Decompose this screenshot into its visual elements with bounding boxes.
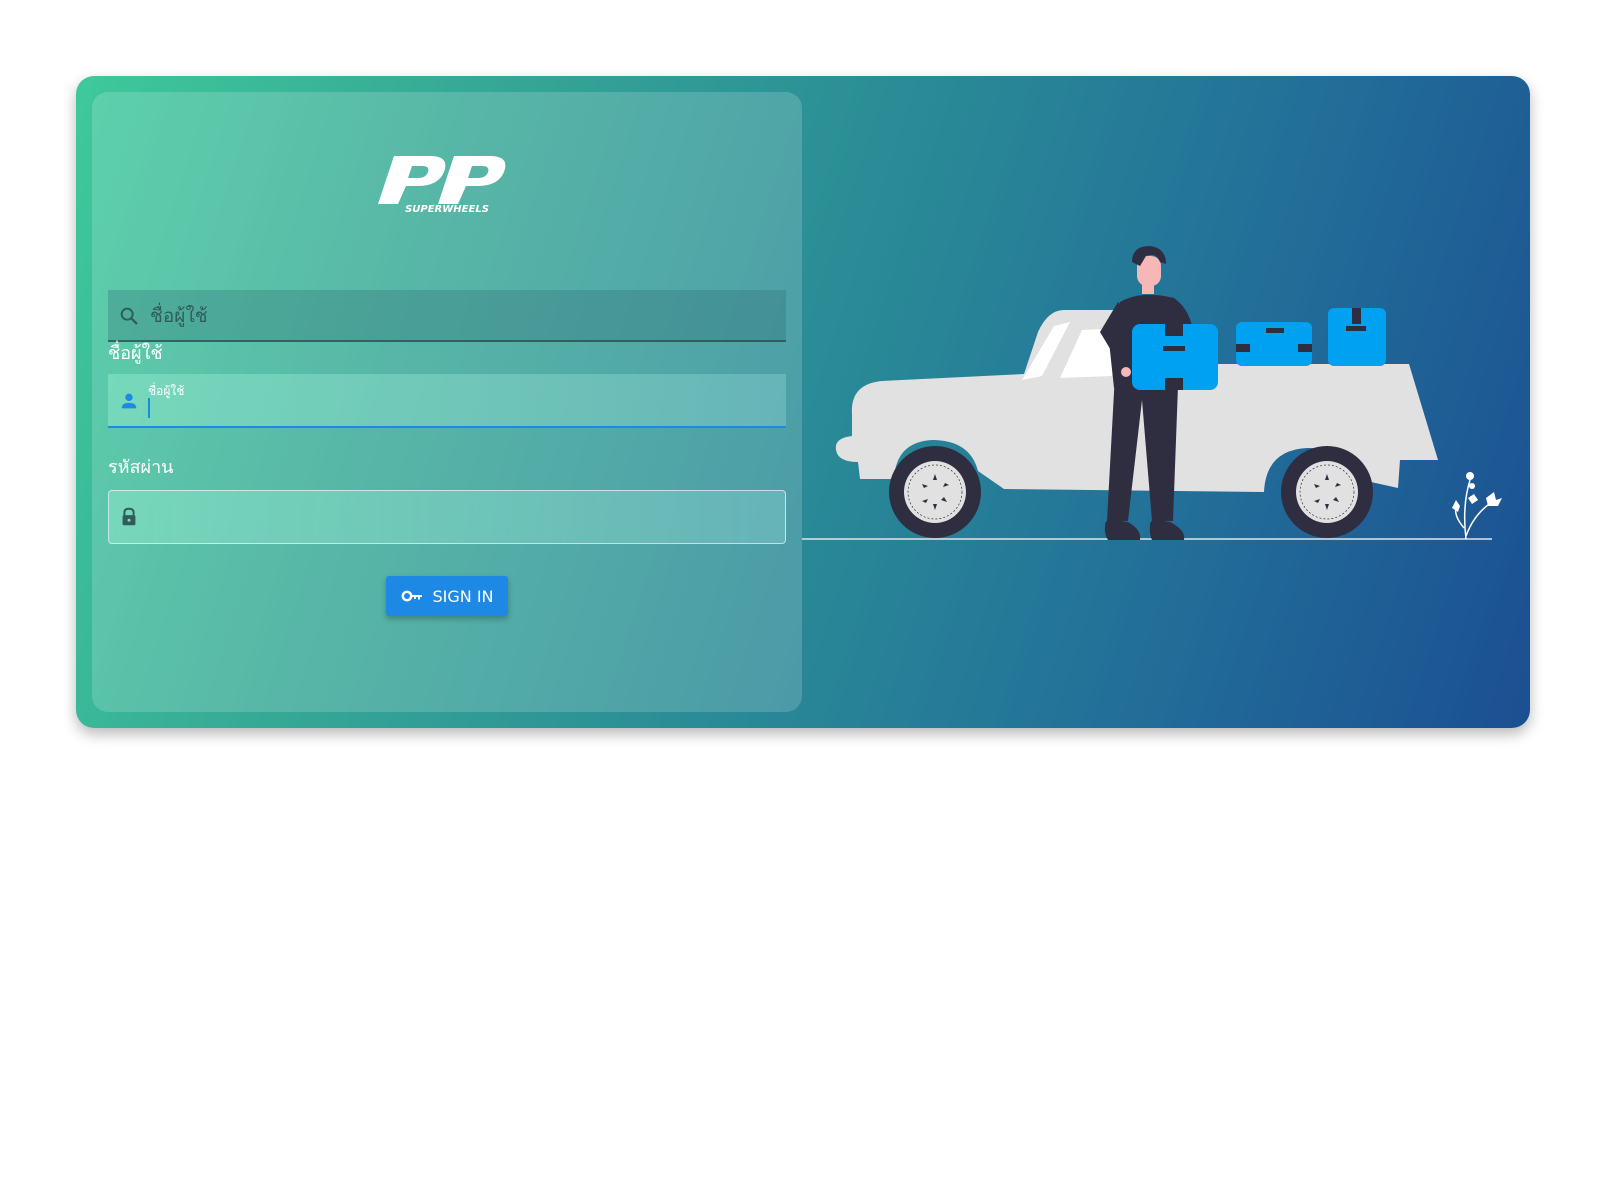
username-label: ชื่อผู้ใช้ xyxy=(108,343,163,364)
password-label: รหัสผ่าน xyxy=(108,457,174,478)
password-field[interactable] xyxy=(108,490,786,544)
sign-in-label: SIGN IN xyxy=(432,586,494,606)
delivery-illustration xyxy=(802,246,1502,540)
brand-logo: SUPERWHEELS xyxy=(378,156,506,214)
person-icon xyxy=(121,393,137,409)
search-icon xyxy=(120,307,138,325)
username-field[interactable]: ชื่อผู้ใช้ xyxy=(108,374,786,428)
login-panel: SUPERWHEELS ชื่อผู้ใช้ ชื่อผู้ใช้ รหัสผ่… xyxy=(92,92,802,712)
search-input[interactable] xyxy=(148,300,772,332)
search-field[interactable] xyxy=(108,290,786,342)
key-icon xyxy=(402,590,423,602)
text-caret xyxy=(148,398,150,418)
logo-subtext: SUPERWHEELS xyxy=(405,204,489,214)
login-card: SUPERWHEELS ชื่อผู้ใช้ ชื่อผู้ใช้ รหัสผ่… xyxy=(76,76,1530,728)
lock-icon xyxy=(122,507,136,526)
username-floating-label: ชื่อผู้ใช้ xyxy=(148,384,185,398)
sign-in-button[interactable]: SIGN IN xyxy=(386,576,508,616)
